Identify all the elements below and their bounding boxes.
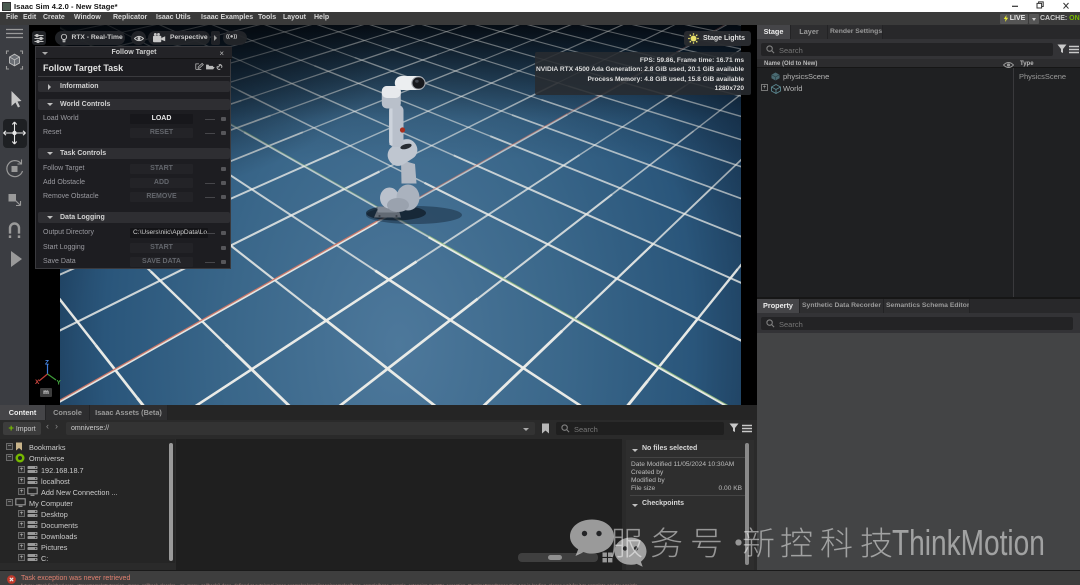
svg-text:X: X <box>35 379 40 386</box>
svg-text:Z: Z <box>45 360 49 367</box>
svg-text:Y: Y <box>57 380 62 387</box>
